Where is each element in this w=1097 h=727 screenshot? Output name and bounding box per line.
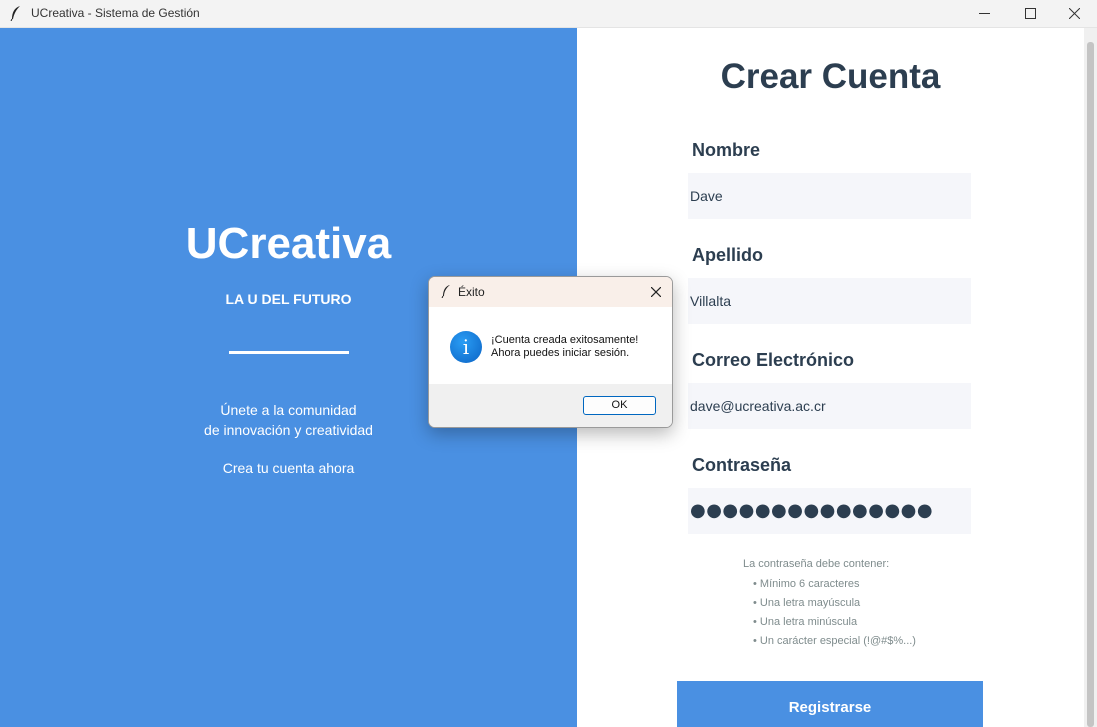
last-name-label: Apellido	[692, 245, 763, 265]
first-name-input[interactable]	[688, 173, 971, 219]
close-icon	[651, 287, 661, 297]
password-masked-value: ●●●●●●●●●●●●●●●	[690, 500, 934, 521]
email-input[interactable]	[688, 383, 971, 429]
maximize-button[interactable]	[1008, 0, 1054, 27]
title-bar: UCreativa - Sistema de Gestión	[0, 0, 1097, 28]
register-button[interactable]: Registrarse	[677, 681, 983, 727]
info-icon: i	[450, 331, 482, 363]
brand-title: UCreativa	[185, 219, 392, 268]
password-hint-item: • Una letra mayúscula	[753, 597, 861, 609]
feather-icon	[10, 6, 20, 21]
dialog-message-line-2: Ahora puedes iniciar sesión.	[491, 347, 630, 359]
cta-text: Crea tu cuenta ahora	[222, 460, 355, 476]
brand-divider	[229, 351, 349, 354]
success-dialog: Éxito i ¡Cuenta creada exitosamente! Aho…	[428, 276, 673, 428]
dialog-close-button[interactable]	[645, 282, 667, 302]
password-hint-item: • Un carácter especial (!@#$%...)	[753, 635, 916, 647]
close-window-button[interactable]	[1052, 0, 1097, 27]
password-hint-item: • Una letra minúscula	[753, 616, 858, 628]
vertical-scrollbar[interactable]	[1084, 28, 1097, 727]
scrollbar-thumb[interactable]	[1087, 42, 1094, 727]
close-icon	[1069, 8, 1080, 19]
maximize-icon	[1025, 8, 1036, 19]
dialog-title-bar: Éxito	[429, 277, 672, 307]
dialog-body: i ¡Cuenta creada exitosamente! Ahora pue…	[429, 307, 672, 384]
ok-button[interactable]: OK	[583, 396, 656, 415]
first-name-label: Nombre	[692, 140, 761, 160]
window-title: UCreativa - Sistema de Gestión	[31, 6, 200, 20]
minimize-icon	[979, 13, 990, 14]
password-hint-title: La contraseña debe contener:	[743, 558, 890, 570]
dialog-title: Éxito	[458, 285, 485, 299]
feather-icon	[441, 285, 450, 298]
dialog-footer: OK	[429, 384, 672, 427]
form-heading: Crear Cuenta	[720, 57, 941, 96]
last-name-input[interactable]	[688, 278, 971, 324]
dialog-message-line-1: ¡Cuenta creada exitosamente!	[491, 334, 639, 346]
email-label: Correo Electrónico	[692, 350, 855, 370]
password-label: Contraseña	[692, 455, 792, 475]
dialog-message: ¡Cuenta creada exitosamente! Ahora puede…	[491, 334, 638, 360]
password-hint-item: • Mínimo 6 caracteres	[753, 578, 860, 590]
minimize-button[interactable]	[962, 0, 1008, 27]
